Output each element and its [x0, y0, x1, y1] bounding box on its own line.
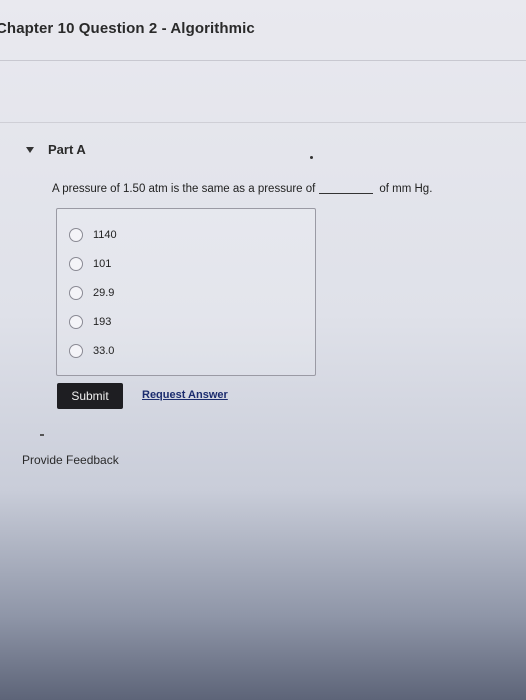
answer-blank	[319, 193, 374, 194]
provide-feedback-link[interactable]: Provide Feedback	[22, 453, 119, 467]
radio-empty-icon[interactable]	[69, 257, 83, 271]
radio-empty-icon[interactable]	[69, 228, 83, 242]
radio-empty-icon[interactable]	[69, 286, 83, 300]
option-label: 193	[93, 316, 112, 328]
radio-empty-icon[interactable]	[69, 344, 83, 358]
option-item[interactable]: 101	[69, 257, 111, 271]
option-label: 29.9	[93, 287, 115, 299]
submit-button[interactable]: Submit	[57, 383, 123, 409]
option-item[interactable]: 33.0	[69, 344, 114, 358]
answer-options: 1140 101 29.9 193 33.0	[56, 208, 316, 376]
page-title: Chapter 10 Question 2 - Algorithmic	[0, 20, 255, 37]
question-before: A pressure of 1.50 atm is the same as a …	[52, 183, 316, 195]
option-item[interactable]: 193	[69, 315, 111, 329]
caret-down-icon[interactable]	[26, 146, 34, 153]
option-label: 1140	[93, 229, 117, 241]
decorative-mark	[40, 434, 44, 436]
option-item[interactable]: 29.9	[69, 286, 114, 300]
request-answer-link[interactable]: Request Answer	[142, 389, 228, 401]
stray-dot	[310, 156, 313, 159]
question-after: of mm Hg.	[379, 183, 433, 195]
question-text: A pressure of 1.50 atm is the same as a …	[52, 183, 432, 195]
option-label: 101	[93, 258, 112, 270]
page-header: Chapter 10 Question 2 - Algorithmic	[0, 0, 526, 61]
part-label: Part A	[48, 142, 86, 157]
option-label: 33.0	[93, 345, 115, 357]
part-divider	[0, 122, 526, 123]
radio-empty-icon[interactable]	[69, 315, 83, 329]
part-a-toggle[interactable]: Part A	[26, 142, 86, 157]
option-item[interactable]: 1140	[69, 228, 117, 242]
